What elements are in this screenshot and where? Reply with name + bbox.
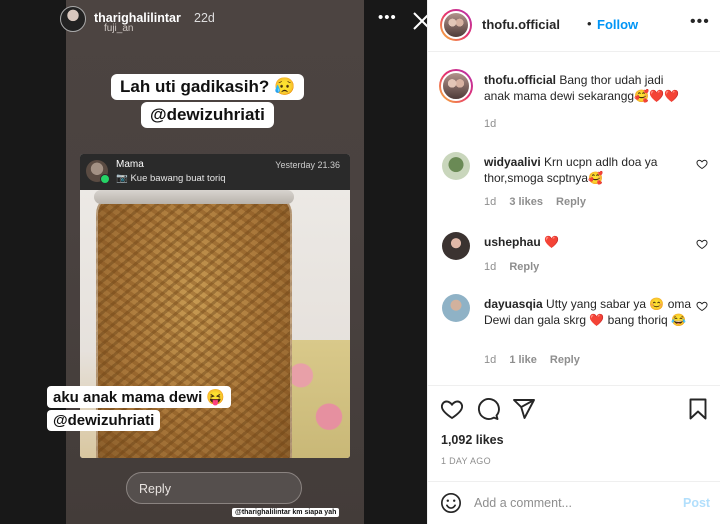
caption-avatar[interactable] (439, 69, 473, 103)
comment-avatar[interactable] (442, 232, 470, 260)
comment-reply-button[interactable]: Reply (550, 354, 580, 366)
story-text-sticker: Lah uti gadikasih? 😥 (111, 74, 305, 100)
comment-avatar[interactable] (442, 152, 470, 180)
comment-text: widyaalivi Krn ucpn adlh doa ya thor,smo… (484, 154, 692, 186)
caption-meta: 1d (484, 118, 506, 130)
emoji-icon[interactable] (440, 492, 462, 514)
story-caption-sticker: aku anak mama dewi 😝 (47, 386, 232, 408)
comment-avatar[interactable] (442, 294, 470, 322)
heart-icon[interactable] (696, 300, 708, 312)
post-actions: 1,092 likes 1 DAY AGO (428, 385, 720, 475)
separator-dot: • (587, 16, 592, 31)
comments-list: thofu.official Bang thor udah jadi anak … (428, 53, 720, 385)
share-icon[interactable] (512, 397, 536, 421)
story-mention-sticker[interactable]: @dewizuhriati (141, 102, 274, 128)
comment-reply-button[interactable]: Reply (556, 196, 586, 208)
comment-text: ushephau ❤️ (484, 234, 692, 250)
post-panel: thofu.official • Follow ••• thofu.offici… (427, 0, 720, 524)
reply-input[interactable]: Reply (126, 472, 302, 504)
story-footer-tag: @tharighalilintar km siapa yah (232, 508, 340, 517)
follow-button[interactable]: Follow (597, 17, 638, 32)
comment-text: dayuasqia Utty yang sabar ya 😊 oma Dewi … (484, 296, 692, 328)
comment-likes[interactable]: 3 likes (509, 196, 543, 208)
heart-icon[interactable] (440, 397, 464, 421)
author-username[interactable]: thofu.official (482, 17, 560, 32)
comment-username[interactable]: widyaalivi (484, 155, 541, 169)
comment-reply-button[interactable]: Reply (509, 261, 539, 273)
caption-age: 1d (484, 118, 497, 130)
heart-icon[interactable] (696, 158, 708, 170)
heart-icon[interactable] (696, 238, 708, 250)
app-root: tharighalilintar 22d fuji_an ••• Lah uti… (0, 0, 720, 524)
jar-lid (94, 190, 294, 204)
story-header: tharighalilintar 22d fuji_an ••• (60, 6, 431, 36)
comment-input[interactable] (474, 493, 664, 513)
comment-age: 1d (484, 354, 497, 366)
post-comment-button[interactable]: Post (683, 496, 710, 510)
notification-message: 📷 Kue bawang buat toriq (116, 173, 226, 184)
story-avatar[interactable] (60, 6, 86, 32)
caption-text: thofu.official Bang thor udah jadi anak … (484, 72, 692, 104)
comment-username[interactable]: dayuasqia (484, 297, 543, 311)
story-subtext: fuji_an (104, 23, 134, 34)
author-avatar[interactable] (440, 9, 472, 41)
comment-icon[interactable] (476, 397, 500, 421)
comment-body: ❤️ (544, 235, 559, 249)
story-time: 22d (194, 11, 215, 25)
caption-username[interactable]: thofu.official (484, 73, 556, 87)
more-icon[interactable]: ••• (378, 9, 397, 26)
post-header: thofu.official • Follow ••• (428, 0, 720, 52)
notification-title: Mama (116, 159, 144, 170)
bookmark-icon[interactable] (686, 397, 710, 421)
comment-meta: 1d Reply (484, 261, 549, 273)
add-comment-bar: Post (428, 481, 720, 524)
story-backdrop-right (364, 0, 427, 524)
story-viewer: tharighalilintar 22d fuji_an ••• Lah uti… (0, 0, 431, 524)
reply-placeholder: Reply (139, 482, 171, 496)
post-date: 1 DAY AGO (441, 456, 491, 466)
comment-age: 1d (484, 196, 497, 208)
story-backdrop-left (0, 0, 66, 524)
comment-meta: 1d 1 like Reply (484, 354, 590, 366)
comment-meta: 1d 3 likes Reply (484, 196, 596, 208)
comment-likes[interactable]: 1 like (509, 354, 537, 366)
story-caption-mention[interactable]: @dewizuhriati (47, 410, 161, 431)
whatsapp-icon (100, 174, 110, 184)
notification-time: Yesterday 21.36 (275, 160, 340, 170)
likes-count[interactable]: 1,092 likes (441, 433, 504, 447)
comment-username[interactable]: ushephau (484, 235, 541, 249)
whatsapp-notification: Mama 📷 Kue bawang buat toriq Yesterday 2… (80, 154, 350, 190)
comment-age: 1d (484, 261, 497, 273)
more-icon[interactable]: ••• (690, 13, 710, 31)
